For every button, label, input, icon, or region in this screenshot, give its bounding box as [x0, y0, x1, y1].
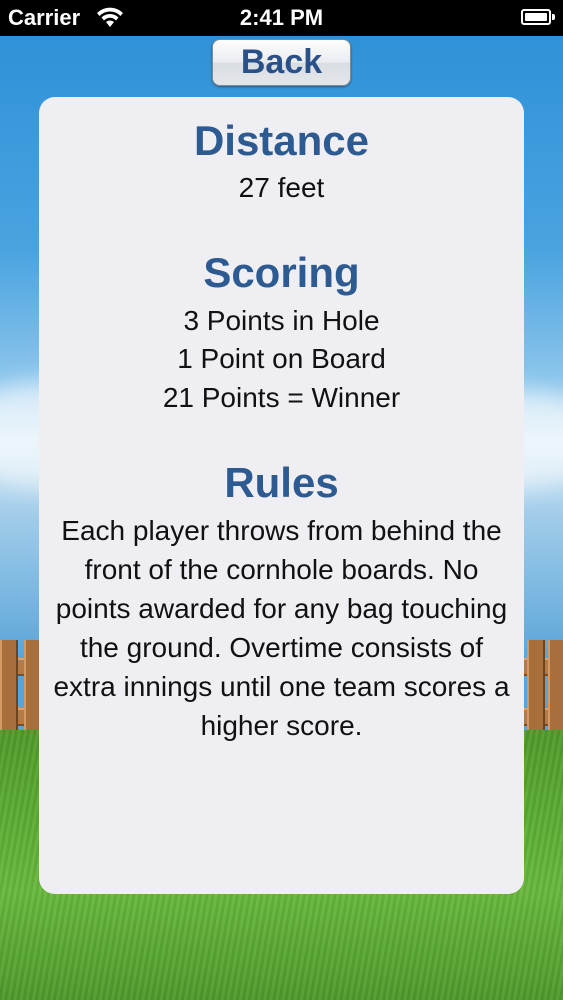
distance-title: Distance: [193, 117, 370, 164]
scoring-title: Scoring: [203, 249, 360, 296]
battery-icon: [521, 9, 555, 25]
scoring-line: 21 Points = Winner: [162, 382, 401, 413]
rules-text: Each player throws from behind the front…: [53, 515, 510, 741]
scoring-line: 1 Point on Board: [177, 343, 386, 374]
info-card: Distance 27 feet Scoring 3 Points in Hol…: [39, 97, 524, 894]
rules-title: Rules: [224, 459, 339, 506]
back-button[interactable]: Back: [212, 39, 351, 86]
status-time: 2:41 PM: [239, 5, 324, 30]
screen: Carrier 2:41 PM Back Distance 27 feet Sc…: [0, 0, 563, 1000]
status-bar: Carrier 2:41 PM: [0, 0, 563, 36]
scoring-line: 3 Points in Hole: [183, 305, 380, 336]
distance-value: 27 feet: [238, 172, 325, 203]
